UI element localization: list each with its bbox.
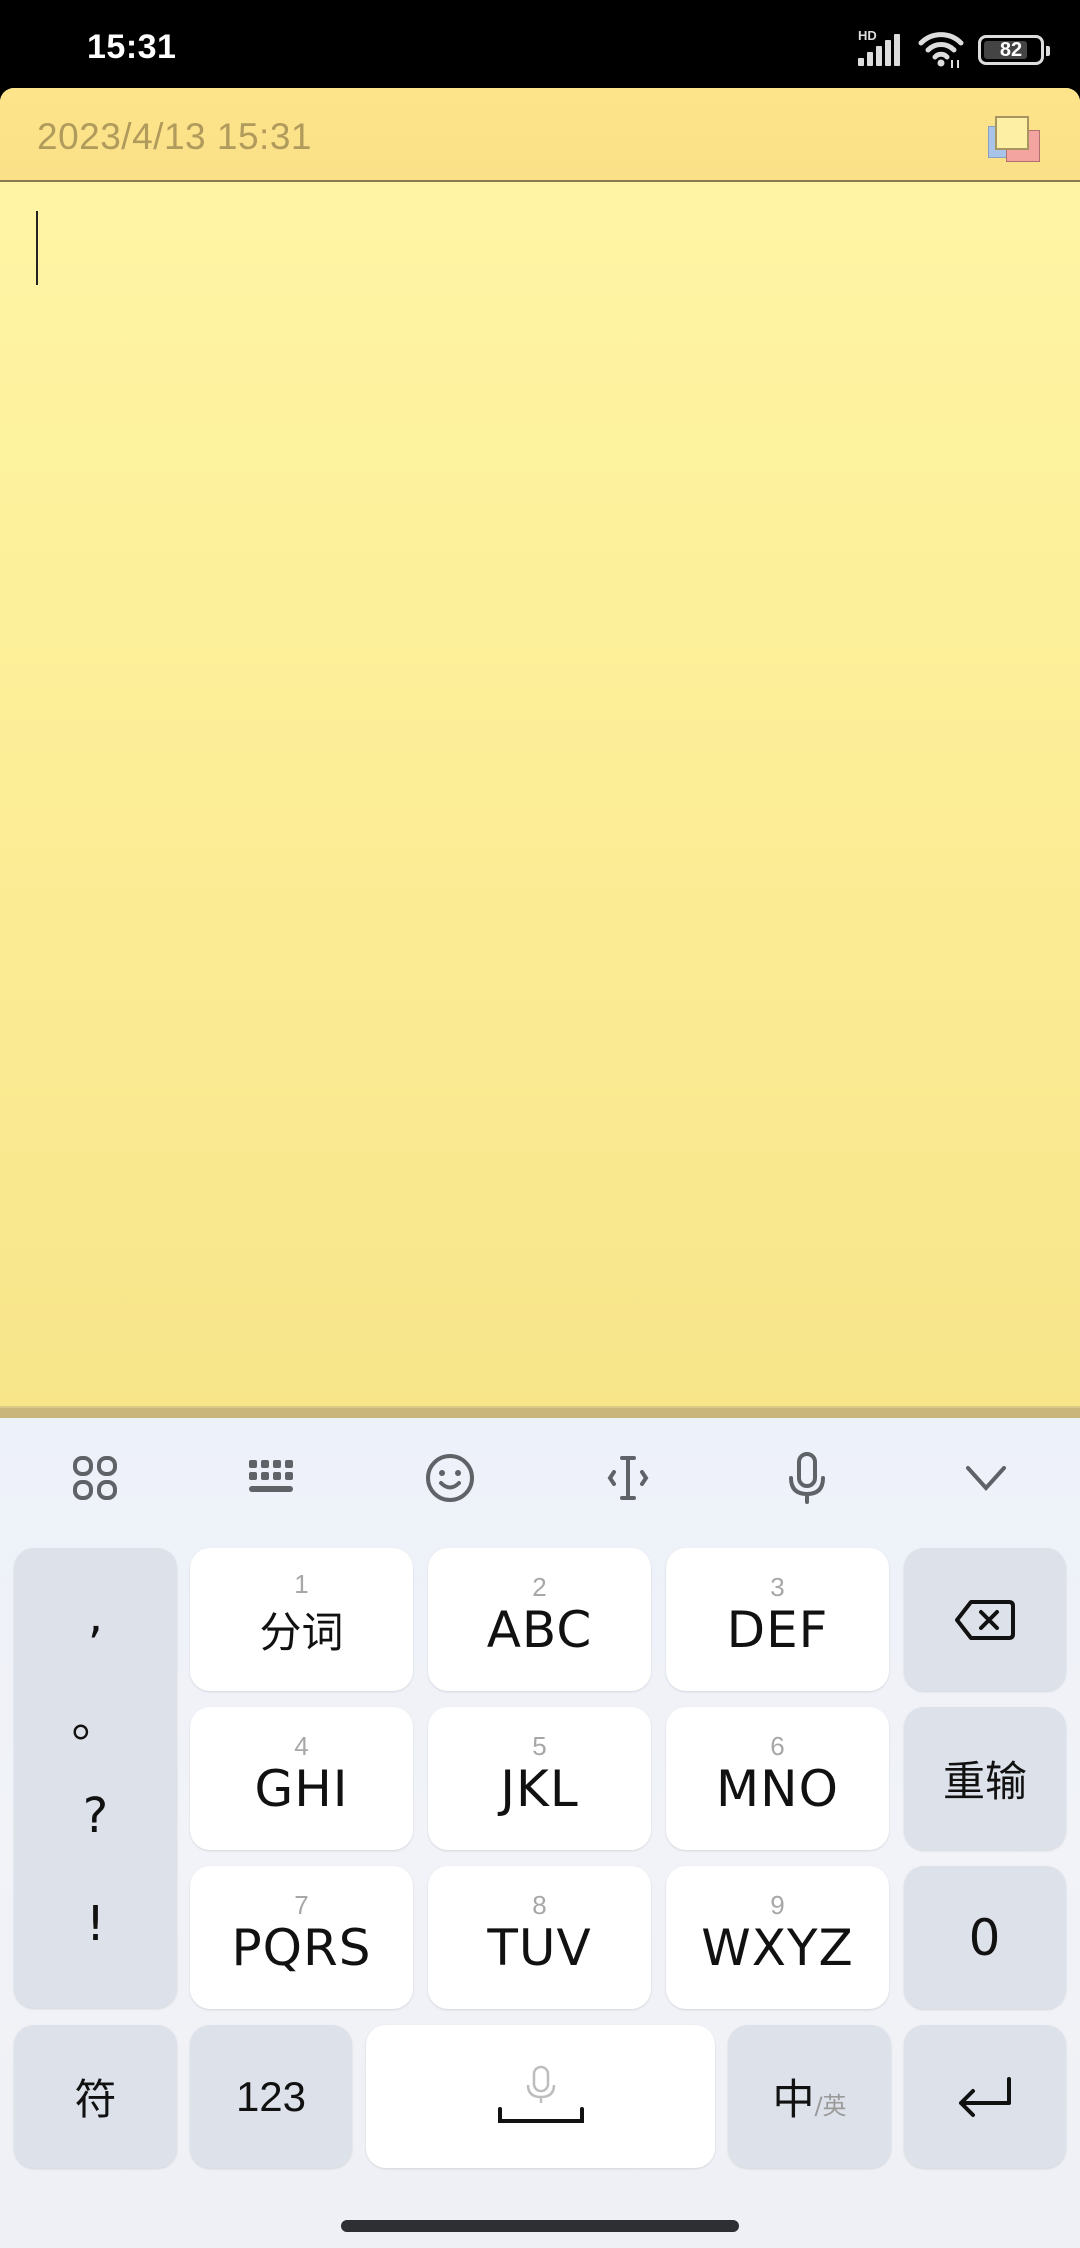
key-number: 5 bbox=[532, 1730, 547, 1761]
key-label: 符 bbox=[74, 2075, 117, 2124]
key-9[interactable]: 9 WXYZ bbox=[666, 1866, 889, 2009]
emoji-button[interactable] bbox=[410, 1443, 490, 1513]
key-number: 3 bbox=[770, 1571, 785, 1602]
keyboard-layout-button[interactable] bbox=[232, 1443, 312, 1513]
key-label: MNO bbox=[716, 1759, 839, 1818]
backspace-key[interactable] bbox=[904, 1548, 1066, 1691]
cursor-control-button[interactable] bbox=[588, 1443, 668, 1513]
key-label: 0 bbox=[968, 1908, 1002, 1967]
reenter-key[interactable]: 重输 bbox=[904, 1707, 1066, 1850]
key-label: PQRS bbox=[231, 1918, 372, 1977]
home-indicator[interactable] bbox=[341, 2220, 739, 2232]
status-bar: 15:31 HD 82 bbox=[0, 0, 1080, 88]
symbols-key[interactable]: 符 bbox=[14, 2025, 177, 2168]
key-label: WXYZ bbox=[701, 1918, 854, 1977]
key-6[interactable]: 6 MNO bbox=[666, 1707, 889, 1850]
key-8[interactable]: 8 TUV bbox=[428, 1866, 651, 2009]
note-date: 2023/4/13 15:31 bbox=[37, 116, 312, 157]
voice-input-button[interactable] bbox=[767, 1443, 847, 1513]
signal-icon: HD bbox=[858, 28, 904, 70]
key-number: 6 bbox=[770, 1730, 785, 1761]
wifi-icon bbox=[918, 32, 964, 68]
status-icons: HD 82 bbox=[858, 28, 1050, 70]
key-1[interactable]: 1 分词 bbox=[190, 1548, 413, 1691]
emoji-icon bbox=[426, 1454, 474, 1502]
apps-icon bbox=[73, 1456, 117, 1500]
key-number: 4 bbox=[294, 1730, 309, 1761]
key-label: DEF bbox=[726, 1600, 829, 1659]
sticky-note: 2023/4/13 15:31 bbox=[0, 88, 1080, 1418]
notes-stack-icon[interactable] bbox=[988, 116, 1042, 162]
apps-button[interactable] bbox=[55, 1443, 135, 1513]
battery-icon: 82 bbox=[978, 35, 1050, 65]
backspace-icon bbox=[955, 1599, 1015, 1640]
key-label: JKL bbox=[500, 1759, 579, 1818]
enter-icon bbox=[959, 2076, 1011, 2117]
lang-primary: 中 bbox=[772, 2075, 815, 2124]
punct-question[interactable]: ? bbox=[14, 1788, 177, 1844]
space-key[interactable] bbox=[366, 2025, 715, 2168]
microphone-icon bbox=[789, 1452, 825, 1504]
key-label: 123 bbox=[235, 2072, 307, 2120]
enter-key[interactable] bbox=[904, 2025, 1066, 2168]
status-time: 15:31 bbox=[87, 28, 177, 66]
key-number: 8 bbox=[532, 1889, 547, 1920]
key-label: ABC bbox=[486, 1600, 593, 1659]
key-label: 重输 bbox=[942, 1757, 1027, 1806]
key-7[interactable]: 7 PQRS bbox=[190, 1866, 413, 2009]
collapse-keyboard-button[interactable] bbox=[946, 1443, 1026, 1513]
key-label: 分词 bbox=[259, 1608, 344, 1657]
key-3[interactable]: 3 DEF bbox=[666, 1548, 889, 1691]
key-5[interactable]: 5 JKL bbox=[428, 1707, 651, 1850]
lang-secondary: /英 bbox=[814, 2092, 847, 2120]
key-number: 2 bbox=[532, 1571, 547, 1602]
punct-comma[interactable]: , bbox=[14, 1588, 177, 1644]
keyboard-icon bbox=[249, 1460, 293, 1492]
keyboard-toolbar bbox=[0, 1418, 1080, 1538]
punct-period[interactable]: 。 bbox=[14, 1680, 177, 1750]
key-label: GHI bbox=[254, 1759, 349, 1818]
punct-exclamation[interactable]: ! bbox=[14, 1896, 177, 1952]
note-bottom-edge bbox=[0, 1406, 1080, 1418]
collapse-keyboard-icon bbox=[966, 1466, 1006, 1491]
numbers-key[interactable]: 123 bbox=[190, 2025, 352, 2168]
ime-keyboard: , 。 ? ! 1 分词 2 ABC 3 DEF 4 GHI 5 JKL 6 M… bbox=[0, 1418, 1080, 2248]
key-label: TUV bbox=[487, 1918, 592, 1977]
language-toggle-key[interactable]: 中 /英 bbox=[728, 2025, 891, 2168]
key-number: 1 bbox=[294, 1569, 309, 1599]
space-icon bbox=[497, 2065, 584, 2123]
battery-level: 82 bbox=[999, 38, 1023, 61]
key-number: 9 bbox=[770, 1889, 785, 1920]
network-type-label: HD bbox=[858, 28, 877, 43]
punctuation-column[interactable]: , 。 ? ! bbox=[14, 1548, 177, 2008]
note-header: 2023/4/13 15:31 bbox=[0, 88, 1080, 182]
note-text-area[interactable] bbox=[0, 184, 1080, 1418]
key-number: 7 bbox=[294, 1889, 309, 1920]
zero-key[interactable]: 0 bbox=[904, 1866, 1066, 2009]
text-cursor bbox=[36, 211, 38, 285]
cursor-icon bbox=[607, 1456, 649, 1500]
key-2[interactable]: 2 ABC bbox=[428, 1548, 651, 1691]
key-4[interactable]: 4 GHI bbox=[190, 1707, 413, 1850]
